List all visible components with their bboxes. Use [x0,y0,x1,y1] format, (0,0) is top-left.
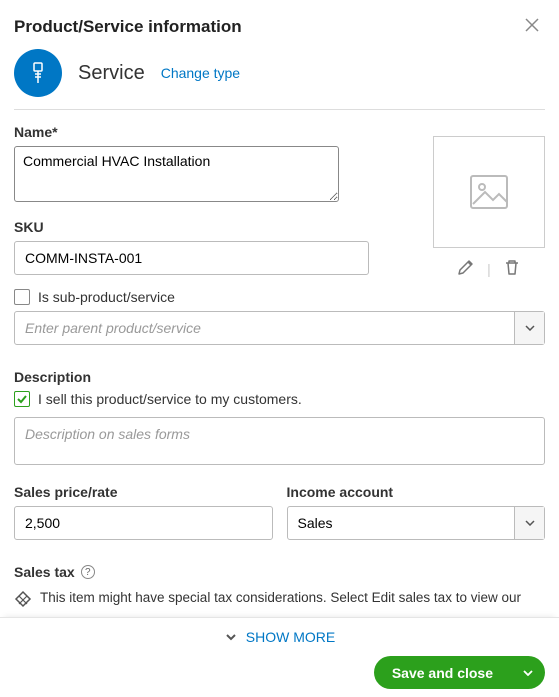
name-label: Name* [14,124,413,140]
service-type-badge [14,49,62,97]
chevron-down-icon [525,325,535,331]
price-label: Sales price/rate [14,484,273,500]
parent-product-select[interactable] [14,311,545,345]
check-icon [16,393,28,405]
delete-image-button[interactable] [503,258,521,279]
description-input[interactable] [14,417,545,465]
close-button[interactable] [519,14,545,39]
save-button-label: Save and close [374,665,511,681]
show-more-button[interactable]: SHOW MORE [0,617,559,655]
sales-tax-help[interactable]: ? [81,565,95,579]
price-input[interactable] [14,506,273,540]
save-and-close-button[interactable]: Save and close [374,656,545,689]
description-label: Description [14,369,545,385]
name-input[interactable] [14,146,339,202]
parent-product-input[interactable] [15,312,514,344]
chevron-down-icon [224,630,238,644]
close-icon [525,18,539,32]
image-placeholder-icon [465,168,513,216]
change-type-link[interactable]: Change type [161,65,240,81]
trash-icon [503,258,521,276]
sell-checkbox[interactable] [14,391,30,407]
sku-input[interactable] [14,241,369,275]
panel-title: Product/Service information [14,17,242,37]
income-account-label: Income account [287,484,546,500]
income-account-input[interactable] [288,507,515,539]
income-account-select[interactable] [287,506,546,540]
service-icon [26,61,50,85]
type-name: Service [78,62,145,85]
sub-product-checkbox[interactable] [14,289,30,305]
tax-message: This item might have special tax conside… [40,590,521,605]
sub-product-label: Is sub-product/service [38,289,175,305]
save-button-menu[interactable] [511,670,545,676]
chevron-down-icon [523,670,533,676]
edit-image-button[interactable] [457,258,475,279]
image-upload-box[interactable] [433,136,545,248]
chevron-down-icon [525,520,535,526]
sku-label: SKU [14,219,369,235]
pencil-icon [457,258,475,276]
sales-tax-label: Sales tax [14,564,75,580]
help-icon: ? [85,567,91,578]
sell-checkbox-label: I sell this product/service to my custom… [38,391,302,407]
parent-dropdown-caret[interactable] [514,312,544,344]
divider: | [487,261,491,277]
divider [14,109,545,110]
show-more-label: SHOW MORE [246,629,335,645]
income-dropdown-caret[interactable] [514,507,544,539]
tax-tag-icon [14,590,32,608]
